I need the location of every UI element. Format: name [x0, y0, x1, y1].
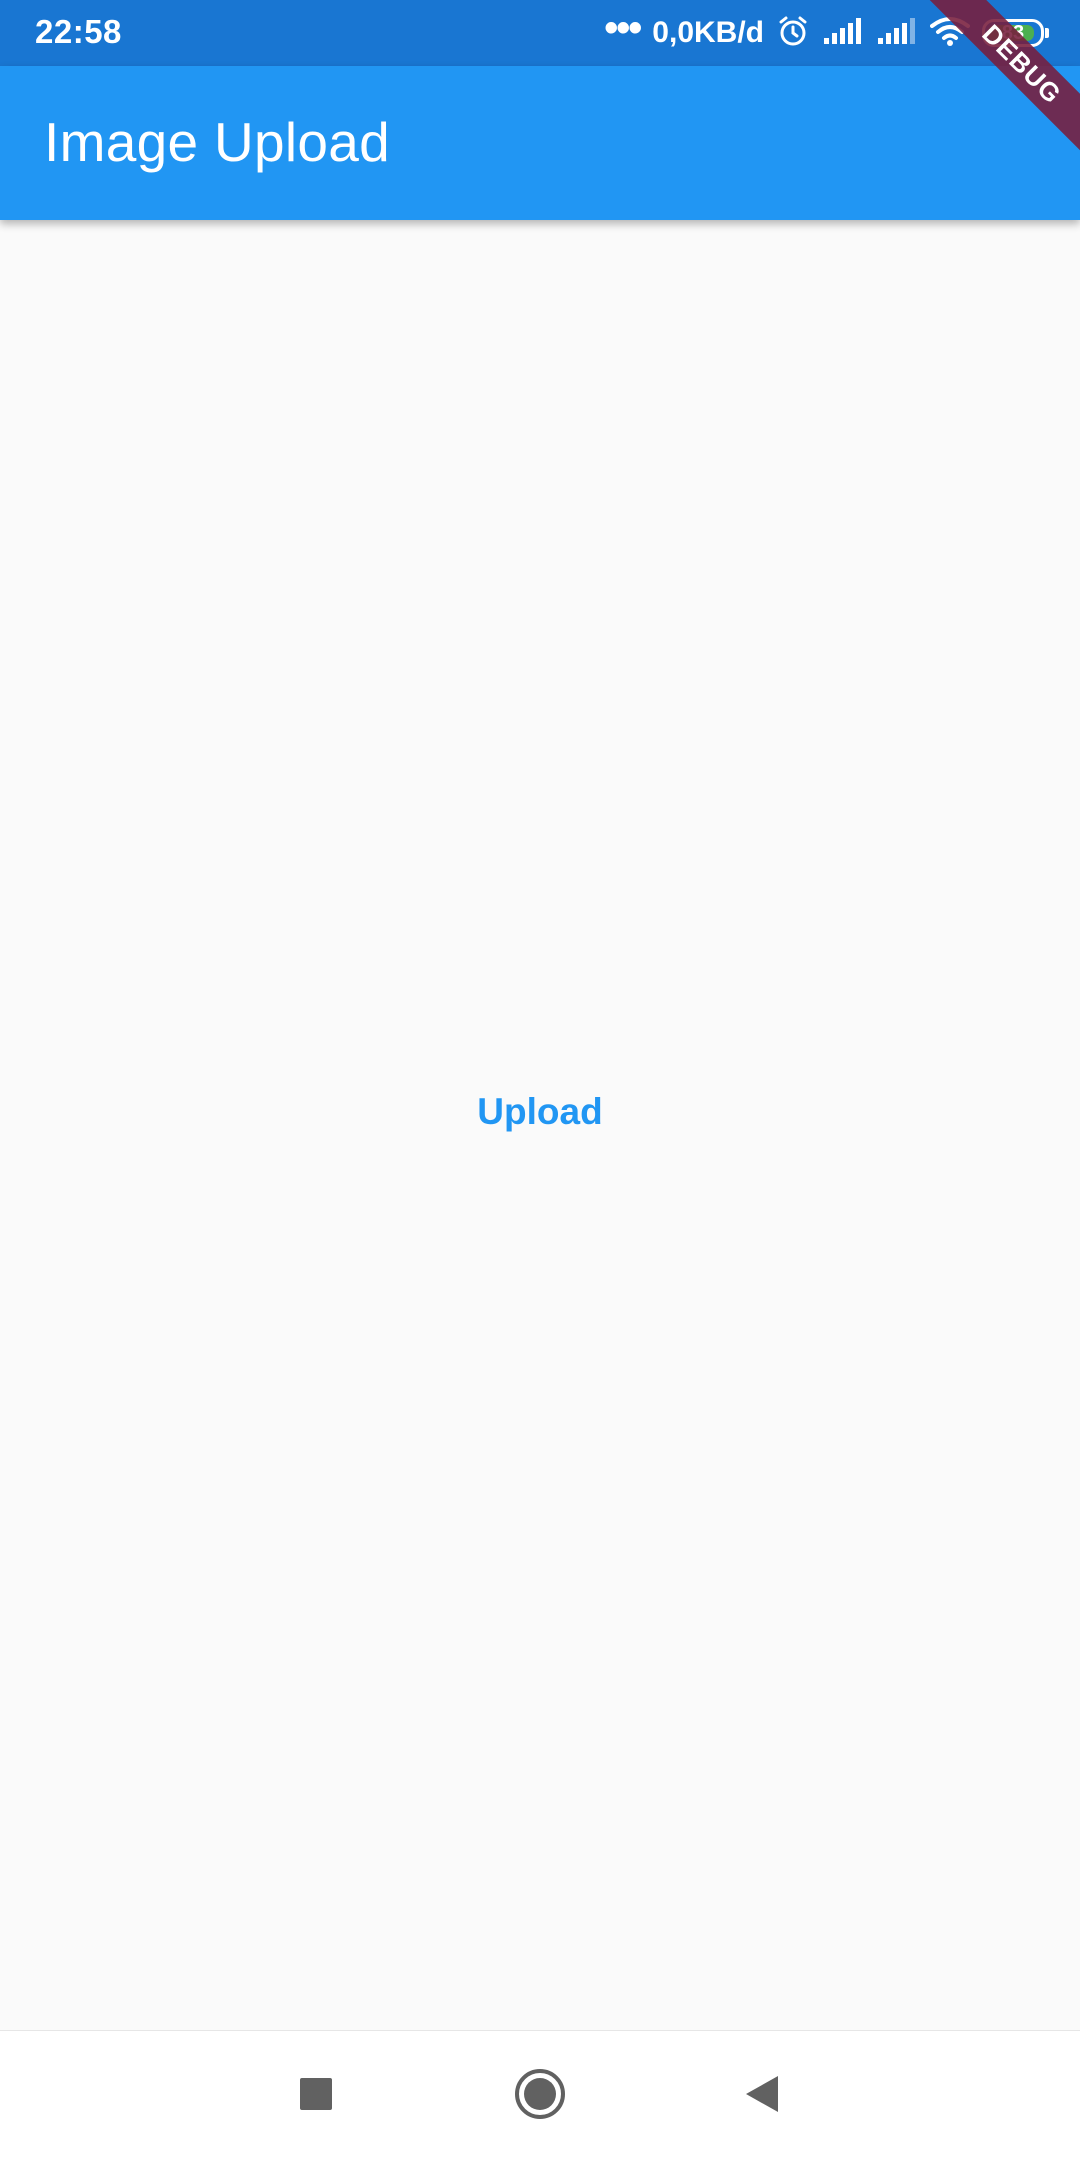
wifi-icon — [930, 16, 970, 51]
recent-apps-button[interactable] — [286, 2066, 346, 2126]
phone-screen: 22:58 ••• 0,0KB/d 83 Image Upload DEBUG … — [0, 0, 1080, 2160]
main-content: Upload — [0, 220, 1080, 2030]
status-indicators: ••• 0,0KB/d 83 — [604, 6, 1049, 56]
battery-level: 83 — [1001, 22, 1025, 44]
home-button[interactable] — [510, 2066, 570, 2126]
navigation-bar — [0, 2030, 1080, 2160]
signal-icon — [876, 16, 918, 51]
upload-button[interactable]: Upload — [460, 1076, 620, 1148]
recent-apps-icon — [299, 2077, 333, 2116]
status-bar: 22:58 ••• 0,0KB/d 83 — [0, 0, 1080, 66]
app-bar: Image Upload — [0, 66, 1080, 220]
network-speed: 0,0KB/d — [652, 16, 764, 49]
back-button[interactable] — [732, 2066, 792, 2126]
more-notifications-icon: ••• — [604, 6, 642, 50]
battery-icon: 83 — [982, 19, 1049, 47]
status-time: 22:58 — [35, 13, 122, 50]
alarm-icon — [776, 14, 810, 53]
back-icon — [744, 2074, 780, 2119]
signal-icon — [822, 16, 864, 51]
home-icon — [514, 2068, 566, 2125]
page-title: Image Upload — [44, 111, 391, 173]
